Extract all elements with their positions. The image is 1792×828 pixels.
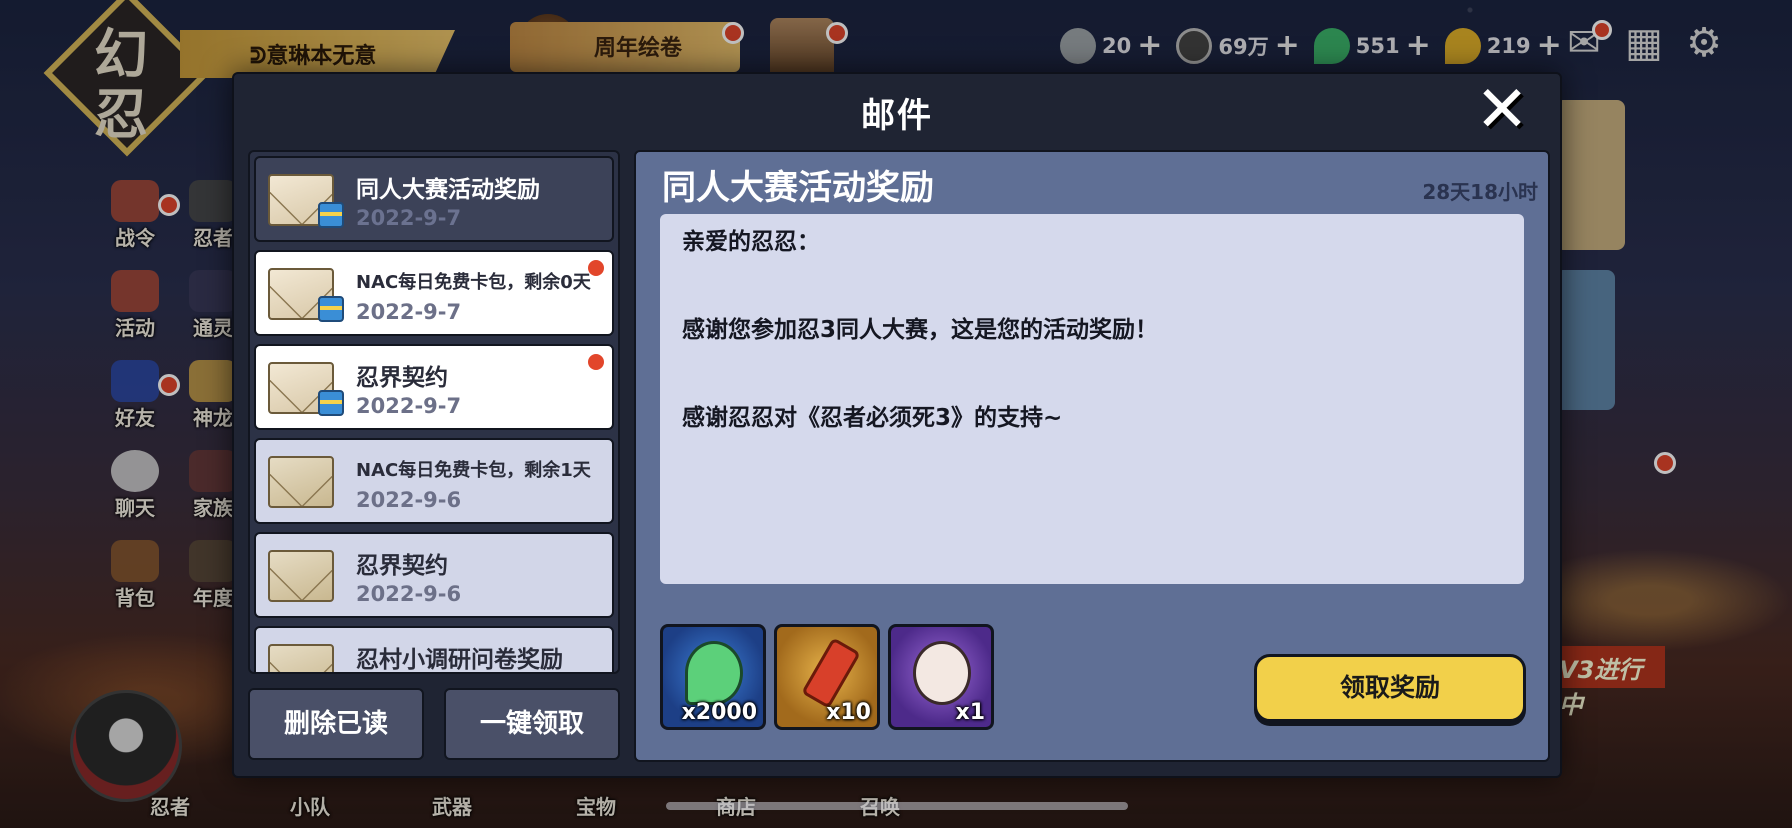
mail-body-line: 亲爱的忍忍： xyxy=(682,229,820,255)
ninja-avatar-icon xyxy=(913,641,971,705)
reward-quantity: x10 xyxy=(826,700,871,725)
green-magatama-icon xyxy=(685,641,743,705)
close-icon[interactable]: ✕ xyxy=(1472,78,1532,142)
opened-envelope-icon xyxy=(268,644,334,672)
mail-date: 2022-9-7 xyxy=(356,206,462,230)
mail-body-line: 感谢您参加忍3同人大赛，这是您的活动奖励！ xyxy=(682,317,1159,343)
mail-body-line: 感谢忍忍对《忍者必须死3》的支持~ xyxy=(682,405,1063,431)
mail-body[interactable]: 亲爱的忍忍： 感谢您参加忍3同人大赛，这是您的活动奖励！ 感谢忍忍对《忍者必须死… xyxy=(660,214,1524,584)
mail-expiry-remaining: 28天18小时 xyxy=(1422,180,1538,204)
mail-title: 忍界契约 xyxy=(356,365,448,391)
gift-icon xyxy=(318,202,344,228)
modal-title: 邮件 xyxy=(861,96,933,136)
mail-item[interactable]: NAC每日免费卡包，剩余1天 2022-9-6 xyxy=(254,438,614,524)
mail-date: 2022-9-6 xyxy=(356,488,462,512)
mail-list[interactable]: 同人大赛活动奖励 2022-9-7 NAC每日免费卡包，剩余0天 2022-9-… xyxy=(248,150,620,674)
mail-title: NAC每日免费卡包，剩余0天 xyxy=(356,272,591,293)
mail-body-line xyxy=(682,352,1502,396)
mail-item[interactable]: 忍界契约 2022-9-7 xyxy=(254,344,614,430)
mail-item[interactable]: 同人大赛活动奖励 2022-9-7 xyxy=(254,156,614,242)
mail-modal: 邮件 ✕ 同人大赛活动奖励 2022-9-7 NAC每日免费卡包，剩余0天 20… xyxy=(232,72,1562,778)
mail-date: 2022-9-7 xyxy=(356,394,462,418)
home-indicator[interactable] xyxy=(666,802,1128,810)
scroll-ticket-icon xyxy=(801,637,861,709)
unread-dot xyxy=(588,260,604,276)
mail-date: 2022-9-6 xyxy=(356,582,462,606)
mail-title: NAC每日免费卡包，剩余1天 xyxy=(356,460,591,481)
mail-item[interactable]: NAC每日免费卡包，剩余0天 2022-9-7 xyxy=(254,250,614,336)
mail-title: 忍界契约 xyxy=(356,553,448,579)
mail-item[interactable]: 忍界契约 2022-9-6 xyxy=(254,532,614,618)
claim-all-button[interactable]: 一键领取 xyxy=(444,688,620,760)
opened-envelope-icon xyxy=(268,550,334,602)
mail-item[interactable]: 忍村小调研问卷奖励 xyxy=(254,626,614,673)
gift-icon xyxy=(318,296,344,322)
reward-quantity: x2000 xyxy=(681,700,757,725)
delete-read-button[interactable]: 删除已读 xyxy=(248,688,424,760)
mail-detail-title: 同人大赛活动奖励 xyxy=(662,168,934,208)
unread-dot xyxy=(588,354,604,370)
mail-title: 同人大赛活动奖励 xyxy=(356,177,540,203)
reward-quantity: x1 xyxy=(955,700,986,725)
mail-detail-panel: 同人大赛活动奖励 28天18小时 亲爱的忍忍： 感谢您参加忍3同人大赛，这是您的… xyxy=(634,150,1550,762)
opened-envelope-icon xyxy=(268,456,334,508)
mail-body-line xyxy=(682,264,1502,308)
mail-title: 忍村小调研问卷奖励 xyxy=(356,647,563,673)
claim-reward-button[interactable]: 领取奖励 xyxy=(1254,654,1526,722)
mail-date: 2022-9-7 xyxy=(356,300,462,324)
reward-list: x2000 x10 x1 xyxy=(660,624,994,730)
reward-item[interactable]: x1 xyxy=(888,624,994,730)
gift-icon xyxy=(318,390,344,416)
reward-item[interactable]: x2000 xyxy=(660,624,766,730)
reward-item[interactable]: x10 xyxy=(774,624,880,730)
